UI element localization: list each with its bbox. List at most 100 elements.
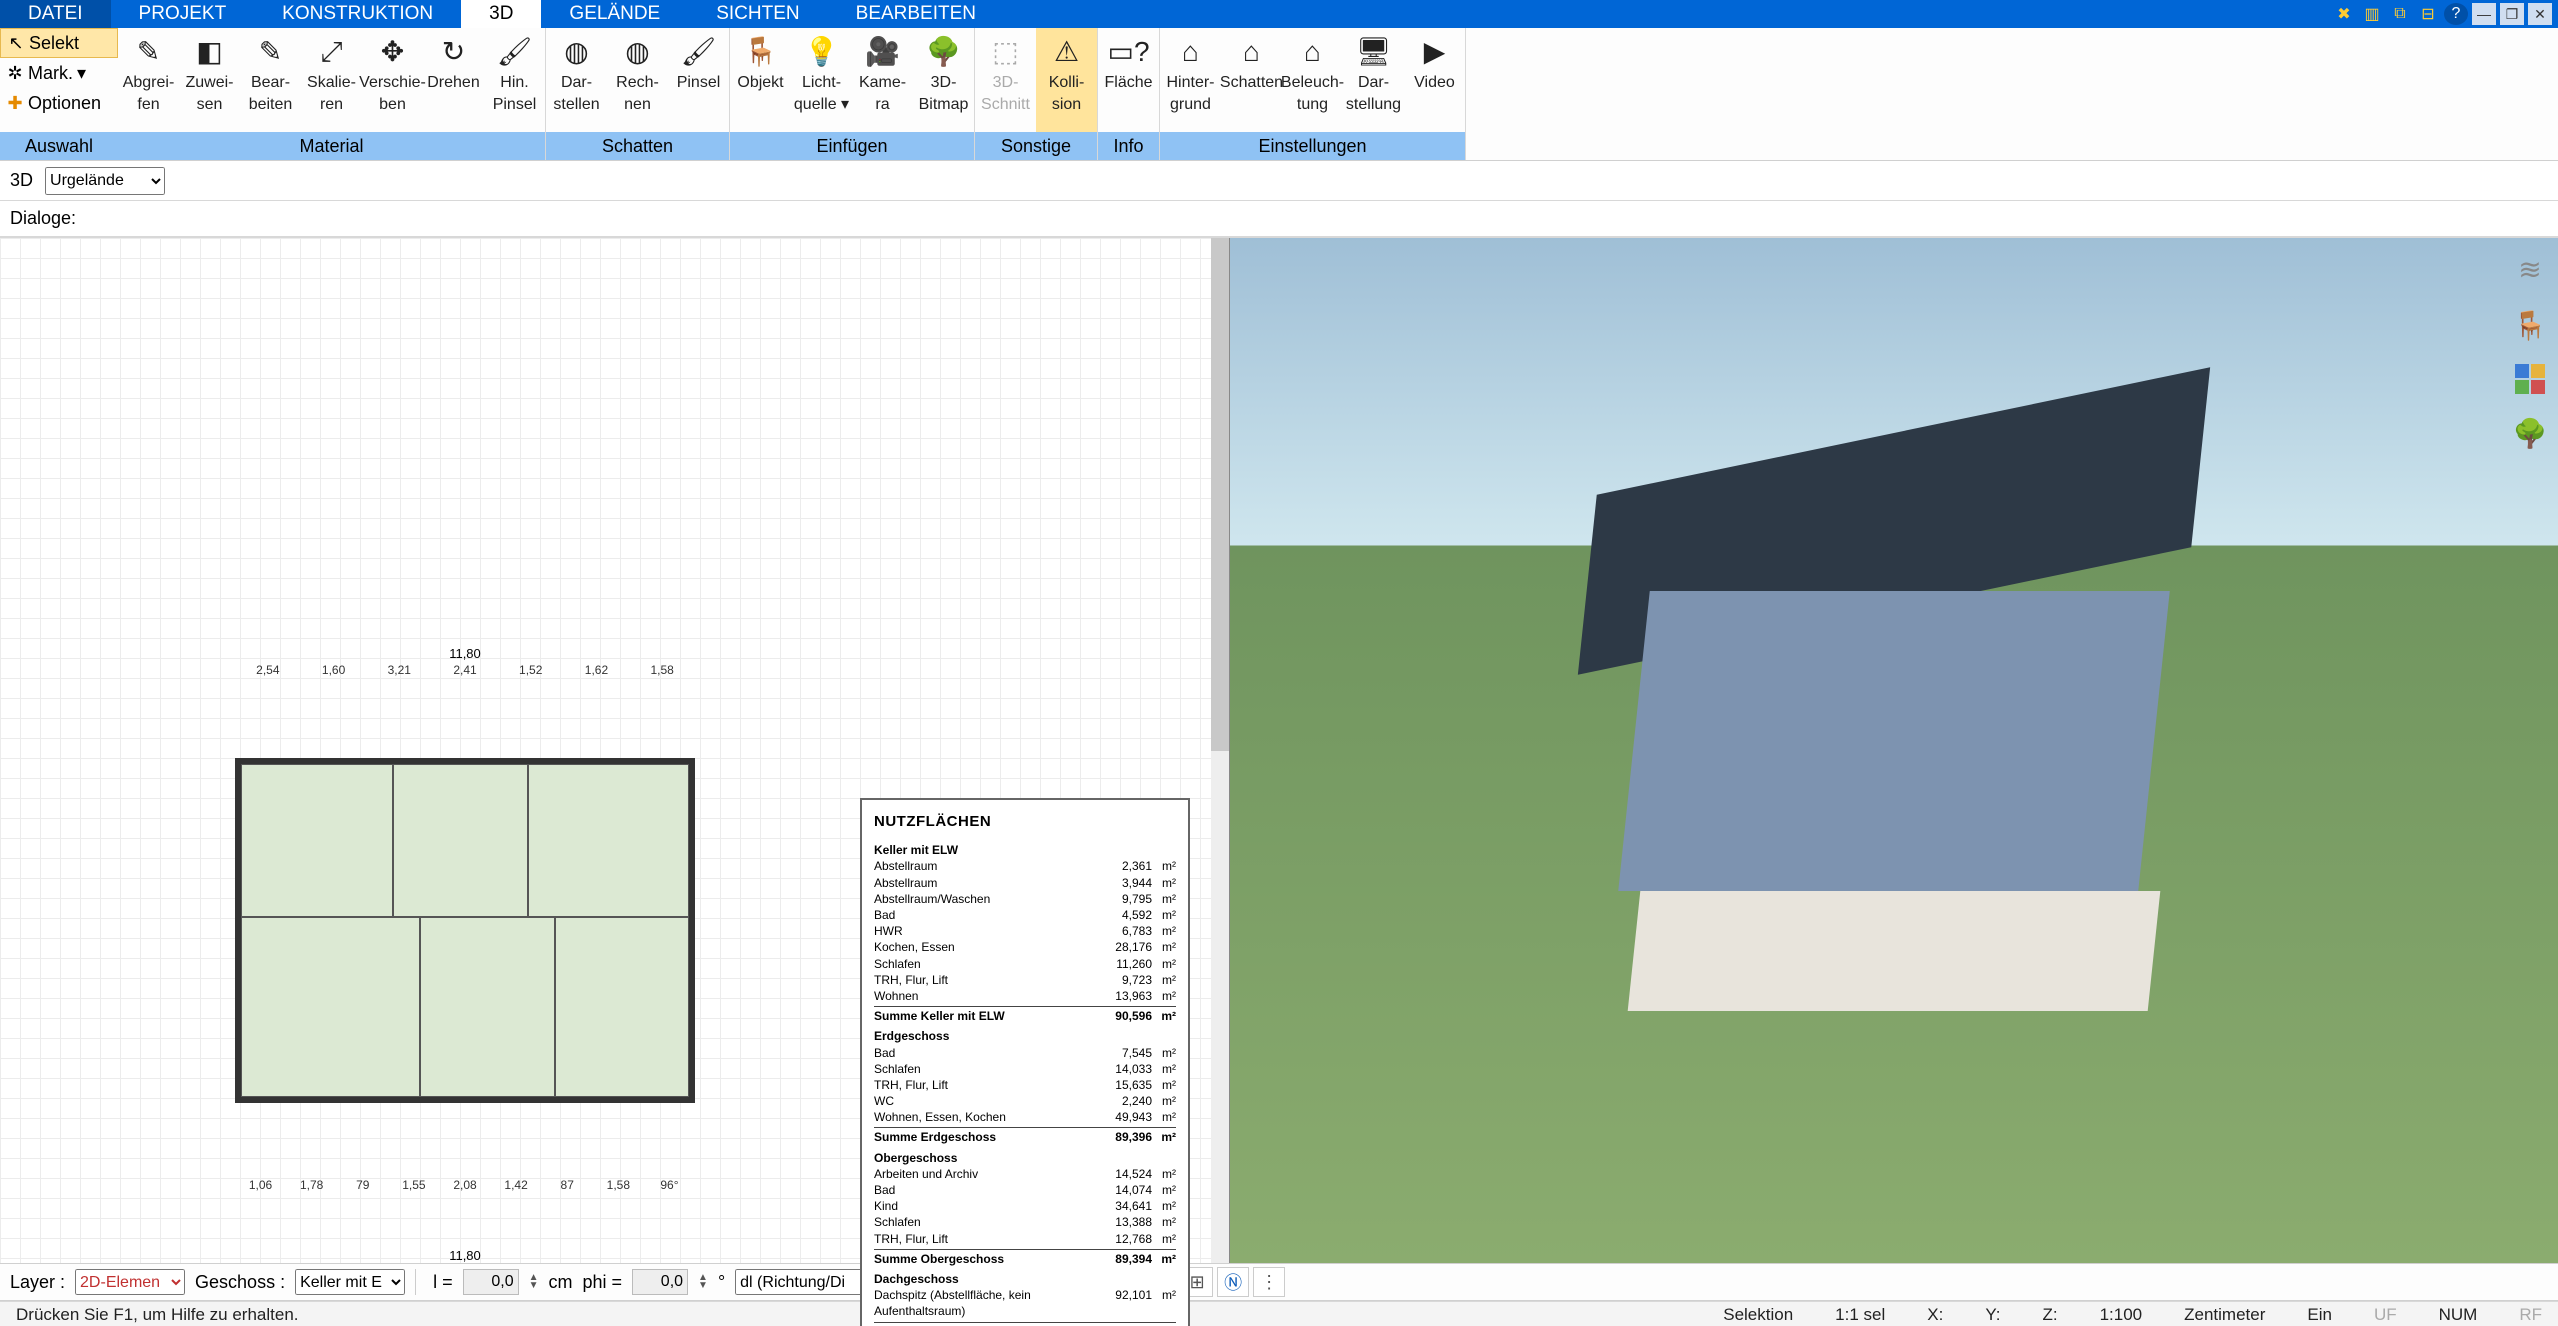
context-bar: 3D Urgelände xyxy=(0,161,2558,201)
plus-icon: ✚ xyxy=(6,93,24,114)
north-icon[interactable]: Ⓝ xyxy=(1217,1267,1249,1297)
mark-button[interactable]: ✲Mark. ▾ xyxy=(0,58,118,88)
area-table: NUTZFLÄCHEN Keller mit ELWAbstellraum2,3… xyxy=(860,798,1190,1326)
tool-objekt[interactable]: 🪑Objekt xyxy=(730,28,791,132)
menu-item-gelände[interactable]: GELÄNDE xyxy=(541,0,688,28)
area-row: Kochen, Essen28,176m² xyxy=(874,939,1176,955)
tree-icon[interactable]: 🌳 xyxy=(2513,416,2547,450)
length-spinner[interactable]: ▲▼ xyxy=(529,1274,539,1290)
side-palette: ≋ 🪑 🌳 xyxy=(2510,252,2550,450)
tool-3dbitmap[interactable]: 🌳3D-Bitmap xyxy=(913,28,974,132)
length-input[interactable] xyxy=(463,1269,519,1295)
dim-top-row: 2,541,603,212,411,521,621,58 xyxy=(235,663,695,677)
verschieben-icon: ✥ xyxy=(375,34,411,70)
tool-darstellen[interactable]: ◍Dar-stellen xyxy=(546,28,607,132)
area-section-sum: Summe Dachgeschoss92,101m² xyxy=(874,1322,1176,1326)
area-row: WC2,240m² xyxy=(874,1093,1176,1109)
menu-item-sichten[interactable]: SICHTEN xyxy=(688,0,827,28)
hintergrund-icon: ⌂ xyxy=(1173,34,1209,70)
menu-bar: DATEIPROJEKTKONSTRUKTION3DGELÄNDESICHTEN… xyxy=(0,0,2558,28)
terrain-select[interactable]: Urgelände xyxy=(45,167,165,195)
plan-2d-view[interactable]: NUTZFLÄCHEN Keller mit ELWAbstellraum2,3… xyxy=(0,238,1230,1263)
dim-overall-bottom: 11,80 xyxy=(235,1248,695,1263)
menu-item-projekt[interactable]: PROJEKT xyxy=(111,0,255,28)
furniture-icon[interactable]: 🪑 xyxy=(2513,308,2547,342)
hinpinsel-icon: 🖌 xyxy=(497,34,533,70)
restore-button[interactable]: ❐ xyxy=(2500,3,2524,25)
tool-pinsel[interactable]: 🖌Pinsel xyxy=(668,28,729,132)
mode-label: 3D xyxy=(10,170,33,191)
tool-beleuchtung[interactable]: ⌂Beleuch-tung xyxy=(1282,28,1343,132)
tool-darstellung[interactable]: 🖥Dar-stellung xyxy=(1343,28,1404,132)
house-3d-model xyxy=(1574,431,2214,1071)
dialog-label: Dialoge: xyxy=(10,208,76,229)
vertical-scrollbar[interactable] xyxy=(1211,238,1229,1263)
tool-flaeche[interactable]: ▭?Fläche xyxy=(1098,28,1159,132)
info-icon[interactable]: ⋮ xyxy=(1253,1267,1285,1297)
cursor-icon: ↖ xyxy=(7,33,25,54)
tool-verschieben[interactable]: ✥Verschie-ben xyxy=(362,28,423,132)
group-label: Einstellungen xyxy=(1160,132,1465,160)
ribbon-group-info: ▭?FlächeInfo xyxy=(1098,28,1160,160)
tool-zuweisen[interactable]: ◧Zuwei-sen xyxy=(179,28,240,132)
area-row: TRH, Flur, Lift12,768m² xyxy=(874,1231,1176,1247)
tool-abgeifen[interactable]: ✎Abgrei-fen xyxy=(118,28,179,132)
tool-icon-2[interactable]: ▥ xyxy=(2360,3,2384,25)
menu-item-3d[interactable]: 3D xyxy=(461,0,541,28)
tool-rechnen[interactable]: ◍Rech-nen xyxy=(607,28,668,132)
tool-icon-4[interactable]: ⊟ xyxy=(2416,3,2440,25)
darstellung-icon: 🖥 xyxy=(1356,34,1392,70)
area-row: Schlafen13,388m² xyxy=(874,1214,1176,1230)
tool-icon-3[interactable]: ⧉ xyxy=(2388,3,2412,25)
video-icon: ▶ xyxy=(1417,34,1453,70)
length-label: l = xyxy=(433,1272,453,1293)
tool-lichtquelle[interactable]: 💡Licht-quelle ▾ xyxy=(791,28,852,132)
menu-item-bearbeiten[interactable]: BEARBEITEN xyxy=(828,0,1004,28)
status-unit: Zentimeter xyxy=(2178,1305,2271,1325)
tool-schatten2[interactable]: ⌂Schatten xyxy=(1221,28,1282,132)
schatten2-icon: ⌂ xyxy=(1234,34,1270,70)
minimize-button[interactable]: — xyxy=(2472,3,2496,25)
tool-drehen[interactable]: ↻Drehen xyxy=(423,28,484,132)
tool-video[interactable]: ▶Video xyxy=(1404,28,1465,132)
menu-item-datei[interactable]: DATEI xyxy=(0,0,111,28)
menu-item-konstruktion[interactable]: KONSTRUKTION xyxy=(254,0,461,28)
phi-input[interactable] xyxy=(632,1269,688,1295)
dialog-bar: Dialoge: xyxy=(0,201,2558,237)
tool-icon[interactable]: ✖ xyxy=(2332,3,2356,25)
dl-select[interactable]: dl (Richtung/Di xyxy=(735,1269,875,1295)
window-utility-icons: ✖ ▥ ⧉ ⊟ ? — ❐ ✕ xyxy=(2332,0,2558,28)
layers-icon[interactable]: ≋ xyxy=(2513,252,2547,286)
status-selection: Selektion xyxy=(1717,1305,1799,1325)
close-button[interactable]: ✕ xyxy=(2528,3,2552,25)
kamera-icon: 🎥 xyxy=(865,34,901,70)
select-button[interactable]: ↖Selekt xyxy=(0,28,118,58)
ribbon-side-auswahl: ↖Selekt ✲Mark. ▾ ✚Optionen Auswahl xyxy=(0,28,118,160)
group-label: Material xyxy=(118,132,545,160)
tool-kamera[interactable]: 🎥Kame-ra xyxy=(852,28,913,132)
tool-bearbeiten[interactable]: ✎Bear-beiten xyxy=(240,28,301,132)
mark-icon: ✲ xyxy=(6,63,24,84)
status-y: Y: xyxy=(1979,1305,2006,1325)
tool-skalieren[interactable]: ⤢Skalie-ren xyxy=(301,28,362,132)
3dbitmap-icon: 🌳 xyxy=(926,34,962,70)
area-row: Abstellraum/Waschen9,795m² xyxy=(874,891,1176,907)
area-section-sum: Summe Erdgeschoss89,396m² xyxy=(874,1127,1176,1145)
phi-spinner[interactable]: ▲▼ xyxy=(698,1274,708,1290)
material-palette-icon[interactable] xyxy=(2515,364,2545,394)
tool-hintergrund[interactable]: ⌂Hinter-grund xyxy=(1160,28,1221,132)
floor-select[interactable]: Keller mit E xyxy=(295,1269,405,1295)
status-sel-ratio: 1:1 sel xyxy=(1829,1305,1891,1325)
status-scale: 1:100 xyxy=(2094,1305,2149,1325)
drehen-icon: ↻ xyxy=(436,34,472,70)
scrollbar-thumb[interactable] xyxy=(1211,238,1229,751)
help-icon[interactable]: ? xyxy=(2444,3,2468,25)
view-3d[interactable]: ≋ 🪑 🌳 xyxy=(1230,238,2558,1263)
layer-select[interactable]: 2D-Elemen xyxy=(75,1269,185,1295)
options-button[interactable]: ✚Optionen xyxy=(0,88,118,118)
floor-label: Geschoss : xyxy=(195,1272,285,1293)
status-z: Z: xyxy=(2036,1305,2063,1325)
tool-hinpinsel[interactable]: 🖌Hin.Pinsel xyxy=(484,28,545,132)
tool-kollision[interactable]: ⚠Kolli-sion xyxy=(1036,28,1097,132)
status-x: X: xyxy=(1921,1305,1949,1325)
